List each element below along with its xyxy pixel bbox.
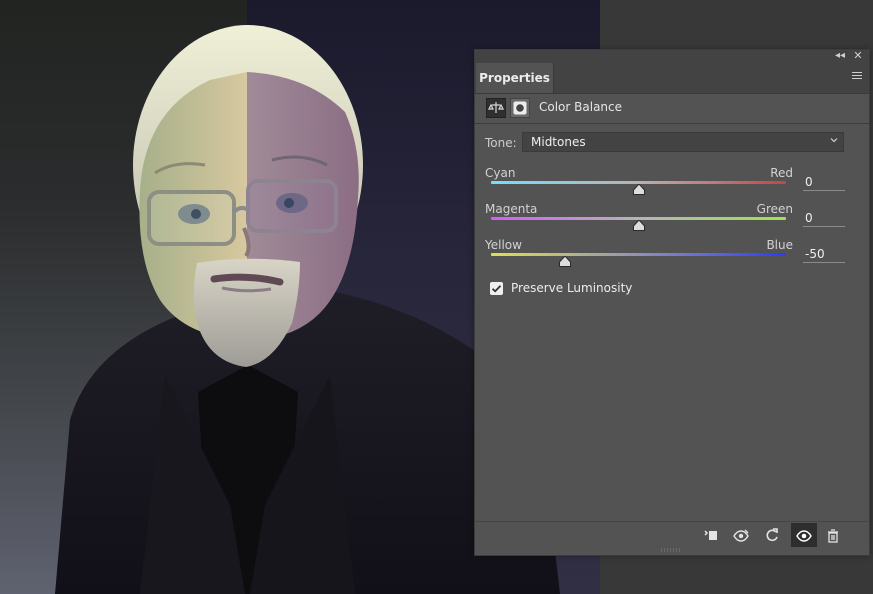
visibility-icon[interactable] — [795, 527, 813, 545]
slider-right-label: Blue — [766, 238, 793, 252]
slider-right-label: Green — [756, 202, 793, 216]
panel-resize-grip[interactable] — [661, 548, 681, 552]
tone-dropdown[interactable]: Midtones — [522, 132, 844, 152]
adjustment-header: Color Balance — [475, 94, 869, 124]
slider-value[interactable]: -50 — [803, 245, 845, 263]
slider-thumb[interactable] — [558, 256, 571, 267]
trash-icon[interactable] — [824, 527, 842, 545]
properties-panel: ◂◂ ✕ Properties Color Balance Tone: Midt… — [474, 49, 870, 556]
tone-value: Midtones — [531, 135, 586, 149]
slider-yellow-blue: Yellow Blue -50 — [485, 238, 845, 272]
slider-right-label: Red — [770, 166, 793, 180]
panel-tabs: Properties — [475, 63, 869, 94]
panel-menu-icon[interactable] — [852, 72, 864, 82]
reset-icon[interactable] — [763, 527, 781, 545]
tab-properties[interactable]: Properties — [476, 63, 554, 93]
preserve-luminosity-checkbox[interactable] — [490, 282, 503, 295]
slider-left-label: Yellow — [485, 238, 522, 252]
chevron-down-icon — [830, 138, 838, 143]
clip-to-layer-icon[interactable] — [702, 527, 720, 545]
color-balance-icon[interactable] — [486, 98, 506, 118]
preserve-luminosity-label: Preserve Luminosity — [511, 281, 633, 295]
slider-left-label: Magenta — [485, 202, 538, 216]
close-icon[interactable]: ✕ — [852, 50, 864, 61]
slider-thumb[interactable] — [632, 220, 645, 231]
slider-magenta-green: Magenta Green 0 — [485, 202, 845, 236]
slider-thumb[interactable] — [632, 184, 645, 195]
slider-value[interactable]: 0 — [803, 209, 845, 227]
slider-cyan-red: Cyan Red 0 — [485, 166, 845, 200]
canvas-area: ◂◂ ✕ Properties Color Balance Tone: Midt… — [0, 0, 873, 594]
slider-left-label: Cyan — [485, 166, 516, 180]
mask-icon[interactable] — [510, 98, 530, 118]
tone-row: Tone: Midtones — [485, 132, 845, 154]
slider-track[interactable] — [491, 253, 786, 256]
panel-topbar: ◂◂ ✕ — [475, 50, 869, 63]
panel-footer — [475, 521, 869, 550]
adjustment-title: Color Balance — [539, 100, 623, 114]
tone-label: Tone: — [485, 136, 517, 150]
view-previous-state-icon[interactable] — [732, 527, 750, 545]
preserve-luminosity-row: Preserve Luminosity — [490, 281, 690, 299]
slider-value[interactable]: 0 — [803, 173, 845, 191]
collapse-icon[interactable]: ◂◂ — [834, 51, 846, 61]
